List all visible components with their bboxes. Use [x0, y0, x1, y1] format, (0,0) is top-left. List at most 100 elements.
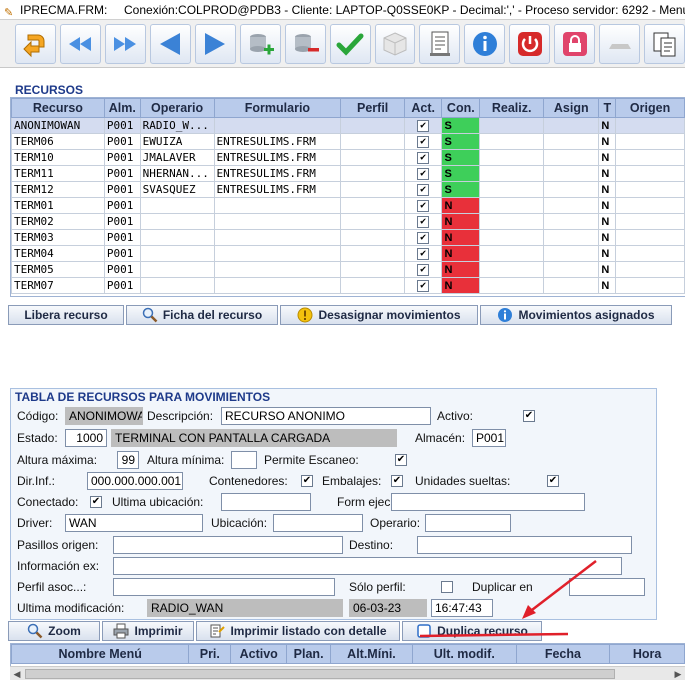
act-checkbox[interactable]: ✔	[417, 248, 430, 260]
act-checkbox[interactable]: ✔	[417, 168, 430, 180]
table-row[interactable]: TERM12 P001 SVASQUEZ ENTRESULIMS.FRM ✔ S N	[11, 181, 685, 198]
confirm-button[interactable]	[329, 23, 371, 64]
table-row[interactable]: TERM11 P001 NHERNAN... ENTRESULIMS.FRM ✔ S N	[11, 165, 685, 182]
act-checkbox[interactable]: ✔	[417, 120, 430, 132]
dir-inf-field[interactable]: 000.000.000.001	[87, 472, 183, 490]
table-row[interactable]: TERM03 P001 ✔ N N	[11, 229, 685, 246]
activo-checkbox[interactable]: ✔	[523, 410, 535, 422]
table-row[interactable]: TERM02 P001 ✔ N N	[11, 213, 685, 230]
scroll-right-icon[interactable]: ▶	[671, 667, 685, 681]
delete-record-button[interactable]	[284, 23, 326, 64]
contenedores-checkbox[interactable]: ✔	[301, 475, 313, 487]
table-row[interactable]: TERM06 P001 EWUIZA ENTRESULIMS.FRM ✔ S N	[11, 133, 685, 150]
menu-column-header[interactable]: Ult. modif.	[411, 644, 517, 664]
destino-field[interactable]	[417, 536, 632, 554]
power-button[interactable]	[509, 23, 551, 64]
rewind-button[interactable]	[59, 23, 101, 64]
altura-max-field[interactable]: 99	[117, 451, 139, 469]
act-checkbox[interactable]: ✔	[417, 136, 430, 148]
scroll-thumb[interactable]	[25, 669, 615, 679]
act-cell: ✔	[403, 245, 443, 262]
codigo-label: Código:	[17, 409, 59, 423]
table-row[interactable]: TERM07 P001 ✔ N N	[11, 277, 685, 294]
previous-button[interactable]	[149, 23, 191, 64]
realiz-cell	[479, 277, 545, 294]
libera-recurso-button[interactable]: Libera recurso	[8, 305, 124, 325]
menu-column-header[interactable]: Fecha	[515, 644, 611, 664]
minimize-button[interactable]	[599, 23, 641, 64]
tabla-title: TABLA DE RECURSOS PARA MOVIMIENTOS	[15, 390, 271, 404]
zoom-button[interactable]: Zoom	[8, 621, 100, 641]
fast-forward-button[interactable]	[104, 23, 146, 64]
act-checkbox[interactable]: ✔	[417, 200, 430, 212]
column-header[interactable]: Asign	[543, 98, 600, 118]
documents-button[interactable]	[644, 23, 685, 64]
menu-column-header[interactable]: Pri.	[188, 644, 232, 664]
driver-field[interactable]: WAN	[65, 514, 203, 532]
scroll-left-icon[interactable]: ◀	[10, 667, 24, 681]
horizontal-scrollbar[interactable]: ◀ ▶	[10, 666, 685, 680]
lock-button[interactable]	[554, 23, 596, 64]
act-checkbox[interactable]: ✔	[417, 184, 430, 196]
table-row[interactable]: TERM04 P001 ✔ N N	[11, 245, 685, 262]
descripcion-field[interactable]: RECURSO ANONIMO	[221, 407, 431, 425]
column-header[interactable]: T	[598, 98, 617, 118]
form-ejec-field[interactable]	[391, 493, 585, 511]
recursos-table: Recurso Alm. Operario Formulario Perfil Act. C…	[11, 98, 685, 294]
menu-column-header[interactable]: Hora	[609, 644, 685, 664]
column-header[interactable]: Operario	[139, 98, 215, 118]
altura-min-field[interactable]	[231, 451, 257, 469]
almacen-field[interactable]: P001	[472, 429, 506, 447]
column-header[interactable]: Con.	[441, 98, 481, 118]
menu-column-header[interactable]: Plan.	[286, 644, 332, 664]
act-checkbox[interactable]: ✔	[417, 280, 430, 292]
permite-escaneo-checkbox[interactable]: ✔	[395, 454, 407, 466]
column-header[interactable]: Alm.	[103, 98, 141, 118]
report-button[interactable]	[419, 23, 461, 64]
next-button[interactable]	[194, 23, 236, 64]
column-header[interactable]: Origen	[615, 98, 685, 118]
desasignar-movimientos-button[interactable]: Desasignar movimientos	[280, 305, 478, 325]
enter-button[interactable]	[15, 23, 56, 64]
operario-field[interactable]	[425, 514, 511, 532]
cube-button[interactable]	[374, 23, 416, 64]
act-checkbox[interactable]: ✔	[417, 264, 430, 276]
movimientos-asignados-button[interactable]: Movimientos asignados	[480, 305, 672, 325]
estado-code-field[interactable]: 1000	[65, 429, 107, 447]
menu-column-header[interactable]: Nombre Menú	[11, 644, 190, 664]
table-row[interactable]: ANONIMOWAN P001 RADIO_W... ✔ S N	[11, 117, 685, 134]
formulario-cell: ENTRESULIMS.FRM	[213, 165, 342, 182]
ultima-ubicacion-field[interactable]	[221, 493, 311, 511]
operario-cell	[139, 277, 215, 294]
conectado-checkbox[interactable]: ✔	[90, 496, 102, 508]
act-checkbox[interactable]: ✔	[417, 152, 430, 164]
table-row[interactable]: TERM01 P001 ✔ N N	[11, 197, 685, 214]
add-record-button[interactable]	[239, 23, 281, 64]
menu-column-header[interactable]: Alt.Míni.	[330, 644, 413, 664]
pasillos-origen-field[interactable]	[113, 536, 343, 554]
menu-column-header[interactable]: Activo	[230, 644, 288, 664]
table-row[interactable]: TERM10 P001 JMALAVER ENTRESULIMS.FRM ✔ S N	[11, 149, 685, 166]
ficha-recurso-button[interactable]: Ficha del recurso	[126, 305, 278, 325]
act-cell: ✔	[403, 165, 443, 182]
column-header[interactable]: Formulario	[213, 98, 342, 118]
alm-cell: P001	[103, 245, 141, 262]
imprimir-button[interactable]: Imprimir	[102, 621, 194, 641]
perfil-cell	[340, 229, 405, 246]
embalajes-checkbox[interactable]: ✔	[391, 475, 403, 487]
act-checkbox[interactable]: ✔	[417, 232, 430, 244]
recurso-cell: TERM03	[11, 229, 105, 246]
info-button[interactable]	[464, 23, 506, 64]
unidades-sueltas-checkbox[interactable]: ✔	[547, 475, 559, 487]
column-header[interactable]: Recurso	[11, 98, 105, 118]
formulario-cell	[213, 245, 342, 262]
table-row[interactable]: TERM05 P001 ✔ N N	[11, 261, 685, 278]
act-checkbox[interactable]: ✔	[417, 216, 430, 228]
perfil-asoc-field[interactable]	[113, 578, 335, 596]
ubicacion-field[interactable]	[273, 514, 363, 532]
imprimir-listado-button[interactable]: Imprimir listado con detalle	[196, 621, 400, 641]
column-header[interactable]: Perfil	[340, 98, 405, 118]
column-header[interactable]: Act.	[403, 98, 443, 118]
codigo-field[interactable]: ANONIMOWA	[65, 407, 143, 425]
column-header[interactable]: Realiz.	[479, 98, 545, 118]
